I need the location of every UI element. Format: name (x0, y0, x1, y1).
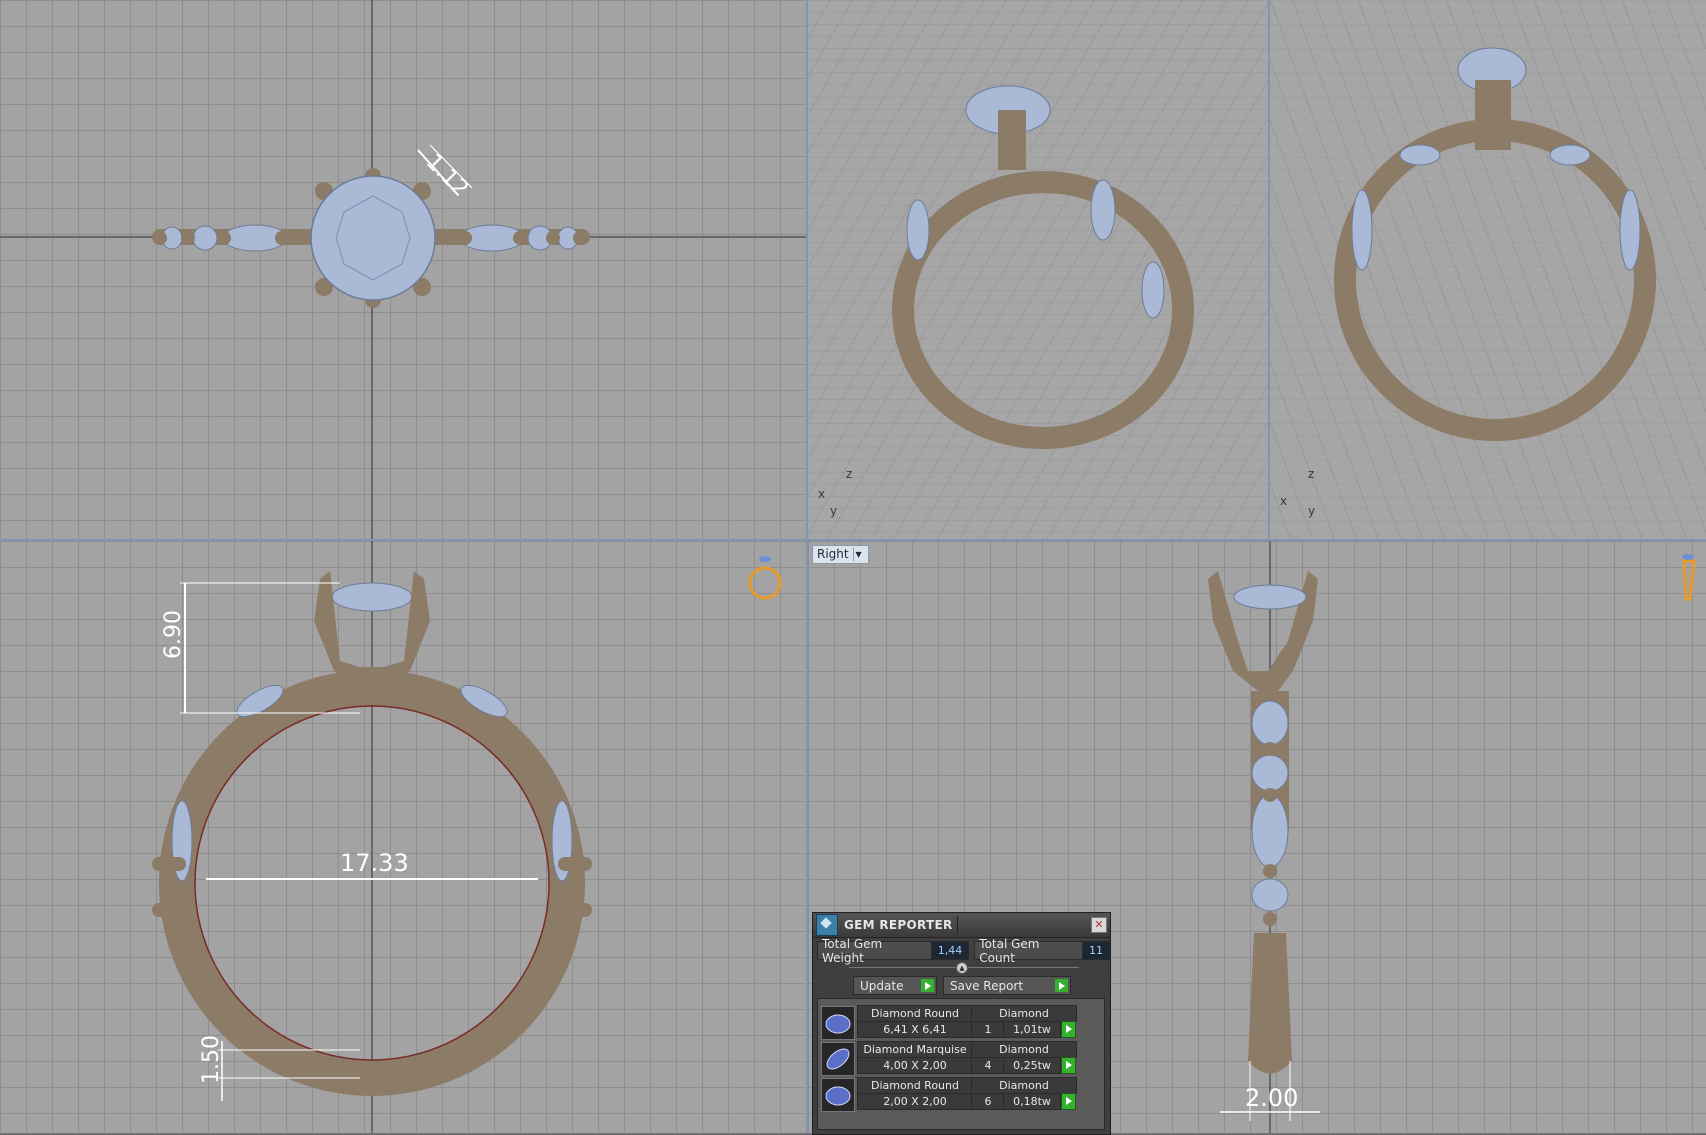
viewport-front[interactable]: 6.90 17.33 1.50 (0, 541, 807, 1133)
perspective-2-scene: x y z (1270, 0, 1706, 540)
total-count-label: Total Gem Count (979, 936, 1040, 965)
axis-x-label-2: x (1280, 494, 1287, 508)
gem-material: Diamond (971, 1005, 1077, 1022)
axis-x-label: x (818, 487, 825, 501)
gem-row[interactable]: Diamond Round Diamond 2,00 X 2,00 6 0,18… (821, 1077, 1081, 1112)
title-separator (957, 916, 958, 934)
side-gem-p1 (906, 199, 930, 261)
gem-round-icon (821, 1078, 855, 1112)
update-button-label: Update (860, 978, 904, 993)
dim-shank: 1.50 (199, 1035, 224, 1084)
gem-list[interactable]: Diamond Round Diamond 6,41 X 6,41 1 1,01… (817, 998, 1105, 1130)
center-stone-top (310, 175, 436, 301)
gem-marquise-icon (821, 1042, 855, 1076)
gem-size: 2,00 X 2,00 (857, 1093, 973, 1110)
gem-name: Diamond Round (857, 1077, 973, 1094)
dropdown-arrow-icon[interactable]: ▼ (852, 548, 864, 561)
dim-height: 6.90 (161, 610, 186, 659)
axis-z-label-2: z (1308, 467, 1314, 481)
dim-inner-diameter: 17.33 (340, 849, 409, 877)
total-weight: Total Gem Weight 1,44 (817, 937, 970, 965)
gem-name: Diamond Round (857, 1005, 973, 1022)
total-count: Total Gem Count 11 (974, 937, 1110, 965)
gem-weight: 1,01tw (1003, 1021, 1061, 1038)
gem-count: 4 (971, 1057, 1005, 1074)
gem-select-arrow-icon[interactable] (1061, 1021, 1076, 1038)
divider-vertical-top[interactable] (1268, 0, 1270, 540)
ring-gizmo-side-icon[interactable] (1682, 554, 1696, 601)
gem-select-arrow-icon[interactable] (1061, 1057, 1076, 1074)
gem-size: 4,00 X 2,00 (857, 1057, 973, 1074)
gem-select-arrow-icon[interactable] (1061, 1093, 1076, 1110)
gem-material: Diamond (971, 1041, 1077, 1058)
front-view-scene: 6.90 17.33 1.50 (152, 541, 782, 1133)
total-weight-label: Total Gem Weight (822, 936, 883, 965)
gem-reporter-titlebar[interactable]: GEM REPORTER ✕ (813, 913, 1110, 938)
top-view-scene: 1.12 (0, 0, 807, 540)
viewport-perspective-2[interactable]: x y z (1270, 0, 1706, 540)
gem-name: Diamond Marquise (857, 1041, 973, 1058)
gem-round-icon (821, 1006, 855, 1040)
gem-count: 6 (971, 1093, 1005, 1110)
gem-material: Diamond (971, 1077, 1077, 1094)
perspective-1-scene: x y z (808, 0, 1269, 540)
gem-row[interactable]: Diamond Round Diamond 6,41 X 6,41 1 1,01… (821, 1005, 1081, 1040)
play-arrow-icon (1055, 979, 1068, 992)
gem-count: 1 (971, 1021, 1005, 1038)
cad-workspace: 1.12 x y z x y z 6.90 17.33 1.50 2.00 Ri… (0, 0, 1706, 1135)
gem-reporter-title: GEM REPORTER (844, 918, 953, 932)
axis-y-label-2: y (1308, 504, 1315, 518)
close-icon[interactable]: ✕ (1091, 917, 1107, 933)
shank-side (1248, 933, 1292, 1074)
divider-horizontal[interactable] (0, 539, 1706, 541)
gem-reporter-panel[interactable]: GEM REPORTER ✕ Total Gem Weight 1,44 Tot… (812, 912, 1111, 1135)
update-button[interactable]: Update (853, 976, 937, 995)
viewport-top[interactable]: 1.12 (0, 0, 807, 540)
viewport-label-text: Right (817, 547, 849, 561)
splitter-handle[interactable]: ▲ (956, 962, 968, 974)
axis-y-label: y (830, 504, 837, 518)
ring-gizmo-icon[interactable] (748, 556, 782, 600)
dim-width: 2.00 (1245, 1084, 1298, 1112)
total-weight-value: 1,44 (930, 942, 969, 959)
gem-totals: Total Gem Weight 1,44 Total Gem Count 11 (817, 937, 1110, 965)
save-report-label: Save Report (950, 978, 1024, 993)
total-count-value: 11 (1082, 942, 1109, 959)
gem-size: 6,41 X 6,41 (857, 1021, 973, 1038)
gem-reporter-app-icon (816, 914, 838, 936)
viewport-label-right[interactable]: Right ▼ (812, 545, 869, 564)
play-arrow-icon (921, 979, 934, 992)
gem-weight: 0,18tw (1003, 1093, 1061, 1110)
divider-vertical[interactable] (806, 0, 808, 1133)
viewport-perspective-1[interactable]: x y z (808, 0, 1269, 540)
save-report-button[interactable]: Save Report (943, 976, 1071, 995)
gem-row[interactable]: Diamond Marquise Diamond 4,00 X 2,00 4 0… (821, 1041, 1081, 1076)
gem-weight: 0,25tw (1003, 1057, 1061, 1074)
axis-z-label: z (846, 467, 852, 481)
